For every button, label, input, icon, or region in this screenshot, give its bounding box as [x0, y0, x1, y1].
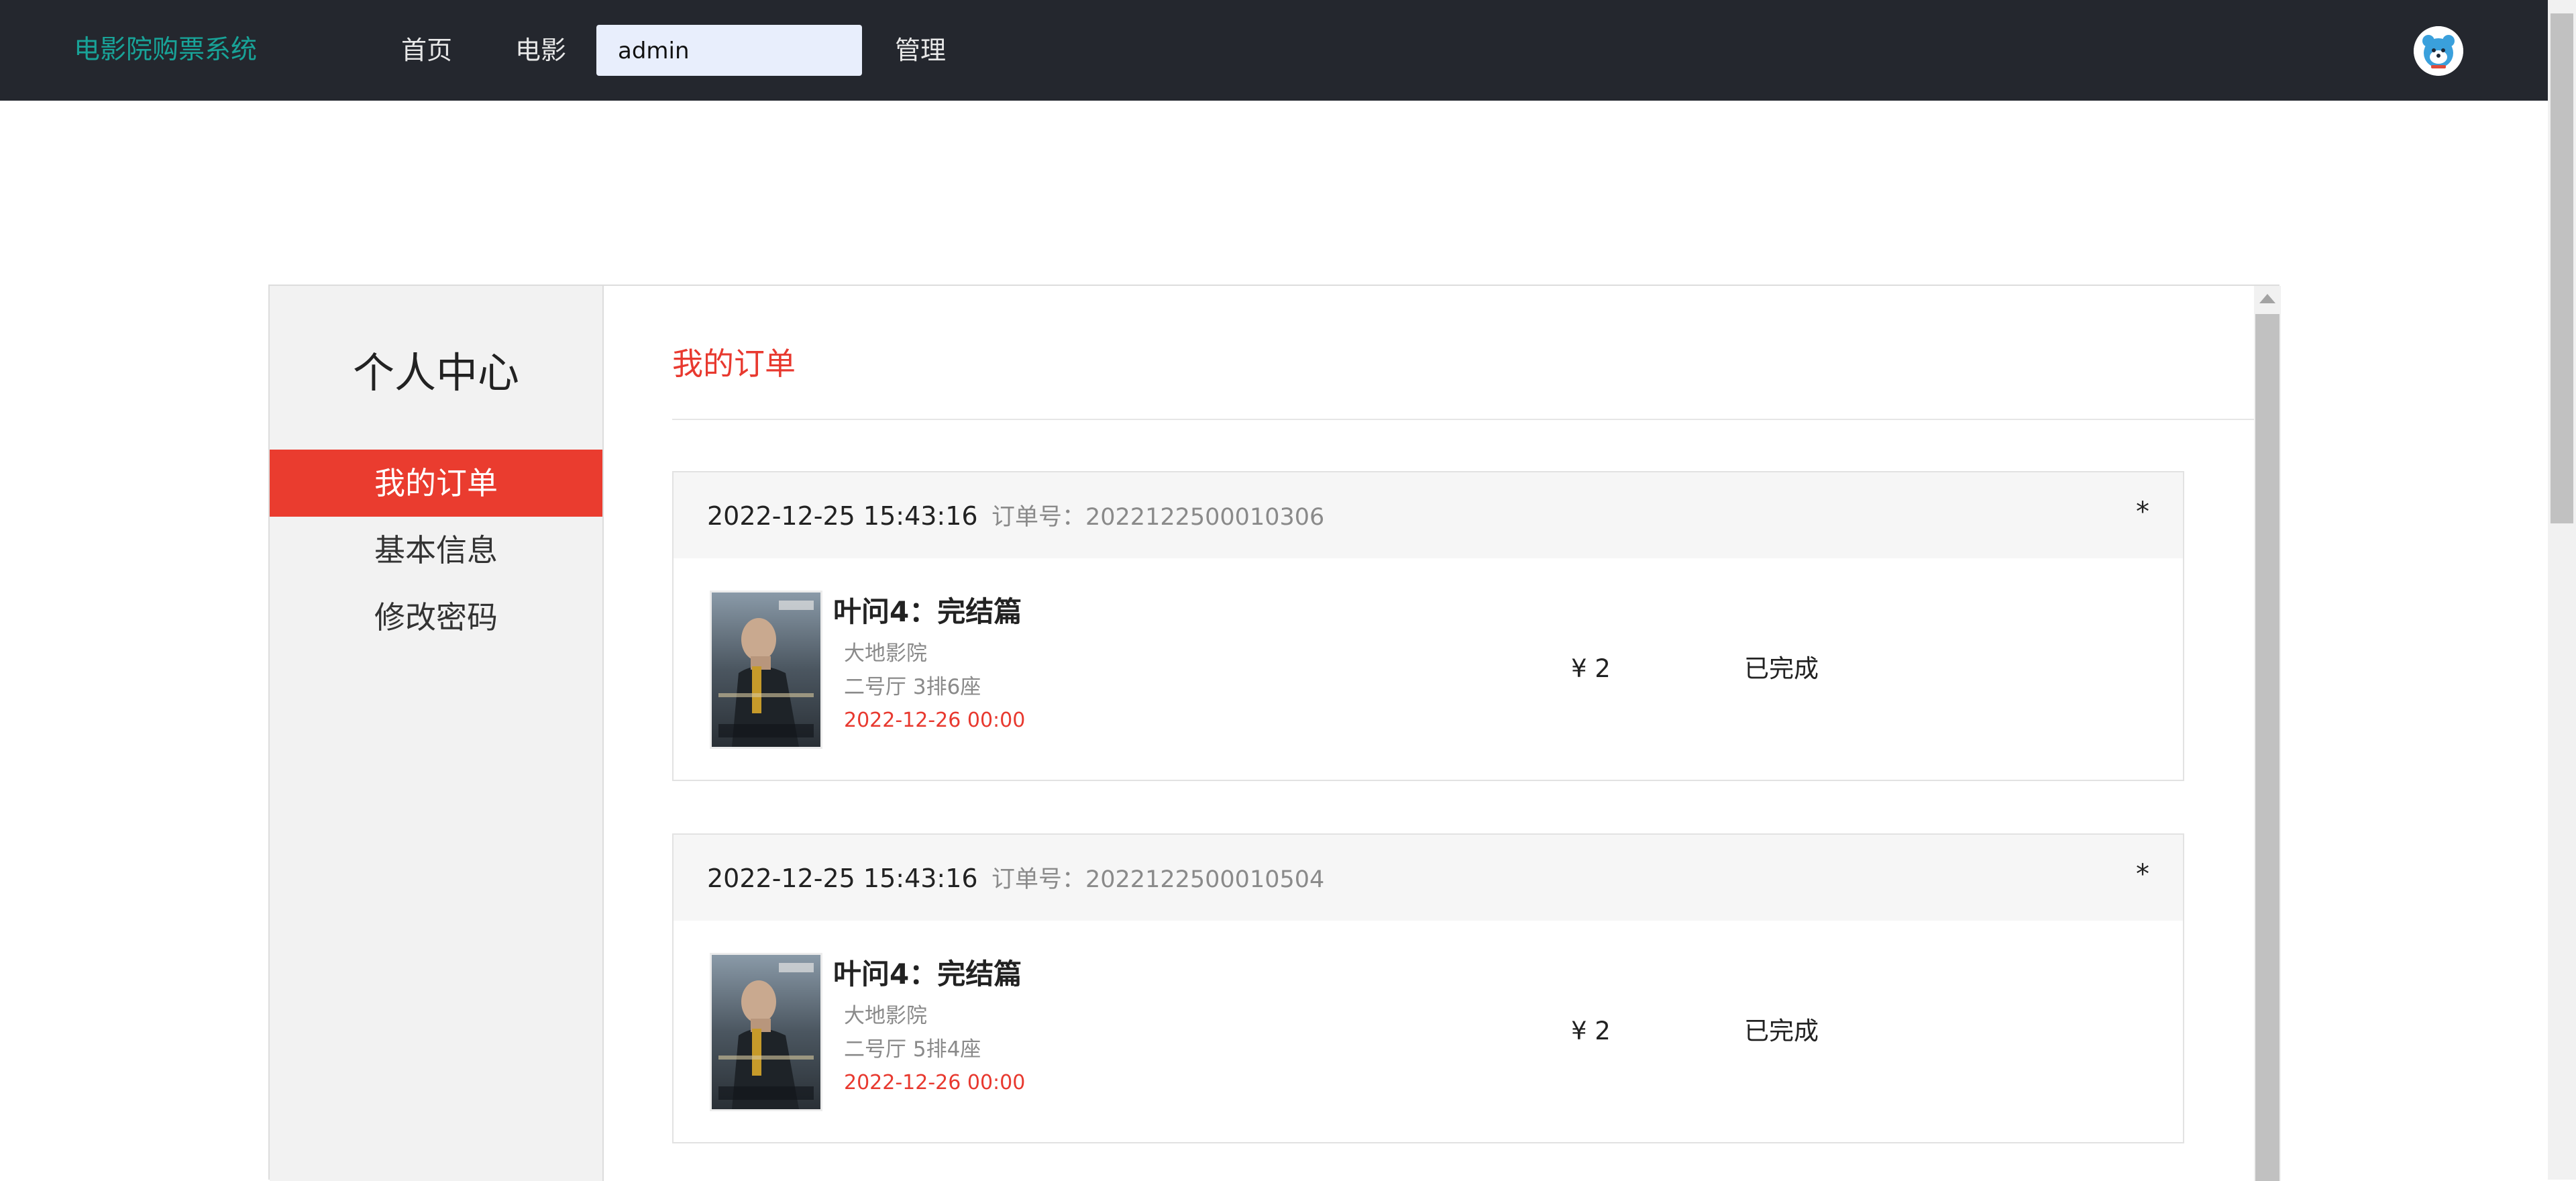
order-status: 已完成 — [1744, 1017, 1819, 1045]
cinema-name: 大地影院 — [844, 1004, 927, 1028]
title-divider — [672, 419, 2254, 420]
hall-seat: 二号厅 3排6座 — [844, 675, 981, 699]
scroll-up-arrow-icon[interactable] — [2259, 294, 2275, 303]
orders-content: 我的订单 2022-12-25 15:43:16 订单号： 2022122500… — [604, 286, 2254, 1181]
cinema-name: 大地影院 — [844, 641, 927, 666]
sidebar-item-basic-info[interactable]: 基本信息 — [270, 517, 602, 584]
sidebar-item-my-orders[interactable]: 我的订单 — [270, 450, 602, 517]
orders-scrollbar[interactable] — [2254, 286, 2281, 1181]
order-card: 2022-12-25 15:43:16 订单号： 202212250001050… — [672, 833, 2184, 1143]
top-navbar: 电影院购票系统 首页 电影 admin 管理 — [0, 0, 2548, 101]
nav-home-link[interactable]: 首页 — [401, 34, 452, 67]
order-number: 2022122500010504 — [1085, 866, 1325, 893]
order-header: 2022-12-25 15:43:16 订单号： 202212250001050… — [674, 835, 2183, 921]
nav-movies-link[interactable]: 电影 — [515, 34, 566, 67]
order-price: ¥ 2 — [1571, 1017, 1611, 1045]
nav-manage-link[interactable]: 管理 — [895, 34, 946, 67]
brand-logo-text[interactable]: 电影院购票系统 — [74, 34, 257, 67]
order-number-label: 订单号： — [991, 866, 1086, 893]
movie-title[interactable]: 叶问4：完结篇 — [833, 956, 1022, 993]
order-header: 2022-12-25 15:43:16 订单号： 202212250001030… — [674, 472, 2183, 558]
order-card: 2022-12-25 15:43:16 订单号： 202212250001030… — [672, 471, 2184, 781]
movie-title[interactable]: 叶问4：完结篇 — [833, 593, 1022, 631]
user-avatar-icon[interactable] — [2414, 26, 2463, 76]
order-number-label: 订单号： — [991, 504, 1086, 531]
order-more-button[interactable]: * — [2136, 858, 2149, 891]
page-scrollbar-thumb[interactable] — [2551, 13, 2573, 523]
sidebar: 个人中心 我的订单 基本信息 修改密码 — [270, 286, 604, 1181]
order-more-button[interactable]: * — [2136, 495, 2149, 529]
show-time: 2022-12-26 00:00 — [844, 1071, 1026, 1094]
hall-seat: 二号厅 5排4座 — [844, 1037, 981, 1062]
movie-poster[interactable] — [710, 590, 822, 749]
page-title: 我的订单 — [672, 346, 796, 382]
nav-username: admin — [618, 38, 690, 64]
order-number: 2022122500010306 — [1085, 504, 1325, 531]
movie-poster[interactable] — [710, 953, 822, 1111]
sidebar-title: 个人中心 — [352, 348, 519, 397]
order-time: 2022-12-25 15:43:16 — [707, 501, 978, 531]
sidebar-item-change-password[interactable]: 修改密码 — [270, 584, 602, 651]
orders-scrollbar-thumb[interactable] — [2255, 314, 2279, 1181]
personal-center-panel: 个人中心 我的订单 基本信息 修改密码 我的订单 2022-12-25 15:4… — [268, 285, 2281, 1181]
order-price: ¥ 2 — [1571, 654, 1611, 683]
show-time: 2022-12-26 00:00 — [844, 709, 1026, 732]
nav-user-box[interactable]: admin — [596, 25, 862, 76]
order-time: 2022-12-25 15:43:16 — [707, 864, 978, 893]
order-status: 已完成 — [1744, 654, 1819, 683]
